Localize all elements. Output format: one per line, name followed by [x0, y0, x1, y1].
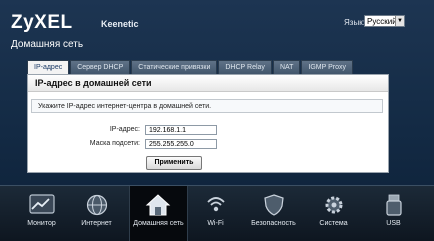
- dock-item-usb[interactable]: USB: [368, 186, 419, 241]
- wifi-icon: [207, 197, 225, 212]
- app-window: ZyXEL Keenetic Язык: Русский ▼ Домашняя …: [0, 0, 434, 241]
- mask-label: Маска подсети:: [89, 140, 140, 147]
- ip-address-field[interactable]: 192.168.1.1: [145, 125, 217, 135]
- tab-dhcp-relay[interactable]: DHCP Relay: [218, 60, 272, 75]
- dock-label-system: Система: [319, 220, 348, 227]
- dock-label-internet: Интернет: [81, 220, 112, 227]
- dock-label-wifi: Wi-Fi: [207, 220, 224, 227]
- shield-icon: [264, 194, 284, 216]
- tab-bar: IP-адрес Сервер DHCP Статические привязк…: [27, 60, 354, 76]
- language-select[interactable]: Русский ▼: [364, 15, 405, 27]
- hint-box: Укажите IP-адрес интернет-центра в домаш…: [31, 99, 383, 113]
- home-icon: [145, 194, 171, 216]
- language-label: Язык:: [344, 18, 365, 27]
- dock-item-home-network[interactable]: Домашняя сеть: [129, 186, 188, 241]
- panel-title: IP-адрес в домашней сети: [28, 75, 388, 92]
- tab-igmp-proxy[interactable]: IGMP Proxy: [301, 60, 354, 75]
- language-value: Русский: [367, 17, 397, 26]
- monitor-chart-icon: [29, 194, 55, 214]
- ip-label: IP-адрес:: [109, 126, 140, 133]
- dock-item-monitor[interactable]: Монитор: [16, 186, 67, 241]
- dock-label-security: Безопасность: [251, 220, 296, 227]
- dock-item-internet[interactable]: Интернет: [71, 186, 122, 241]
- dock-item-security[interactable]: Безопасность: [248, 186, 299, 241]
- dock-item-wifi[interactable]: Wi-Fi: [190, 186, 241, 241]
- tab-nat[interactable]: NAT: [272, 60, 301, 75]
- settings-panel: IP-адрес в домашней сети Укажите IP-адре…: [27, 74, 389, 173]
- page-title: Домашняя сеть: [11, 39, 84, 50]
- tab-dhcp-server[interactable]: Сервер DHCP: [70, 60, 131, 75]
- dock-label-home-network: Домашняя сеть: [133, 220, 184, 227]
- chevron-down-icon[interactable]: ▼: [395, 16, 404, 26]
- globe-icon: [86, 194, 108, 216]
- tab-static-bindings[interactable]: Статические привязки: [131, 60, 218, 75]
- gear-icon: [325, 196, 343, 214]
- dock-item-system[interactable]: Система: [308, 186, 359, 241]
- subnet-mask-field[interactable]: 255.255.255.0: [145, 139, 217, 149]
- apply-button[interactable]: Применить: [146, 156, 202, 170]
- dock-label-usb: USB: [386, 220, 401, 227]
- zyxel-logo: ZyXEL: [11, 12, 73, 33]
- usb-drive-icon: [386, 194, 402, 216]
- dock-label-monitor: Монитор: [27, 220, 56, 227]
- product-name: Keenetic: [101, 19, 139, 29]
- dock-menu: Монитор Интернет Домашняя сеть Wi-Fi Без…: [0, 185, 434, 241]
